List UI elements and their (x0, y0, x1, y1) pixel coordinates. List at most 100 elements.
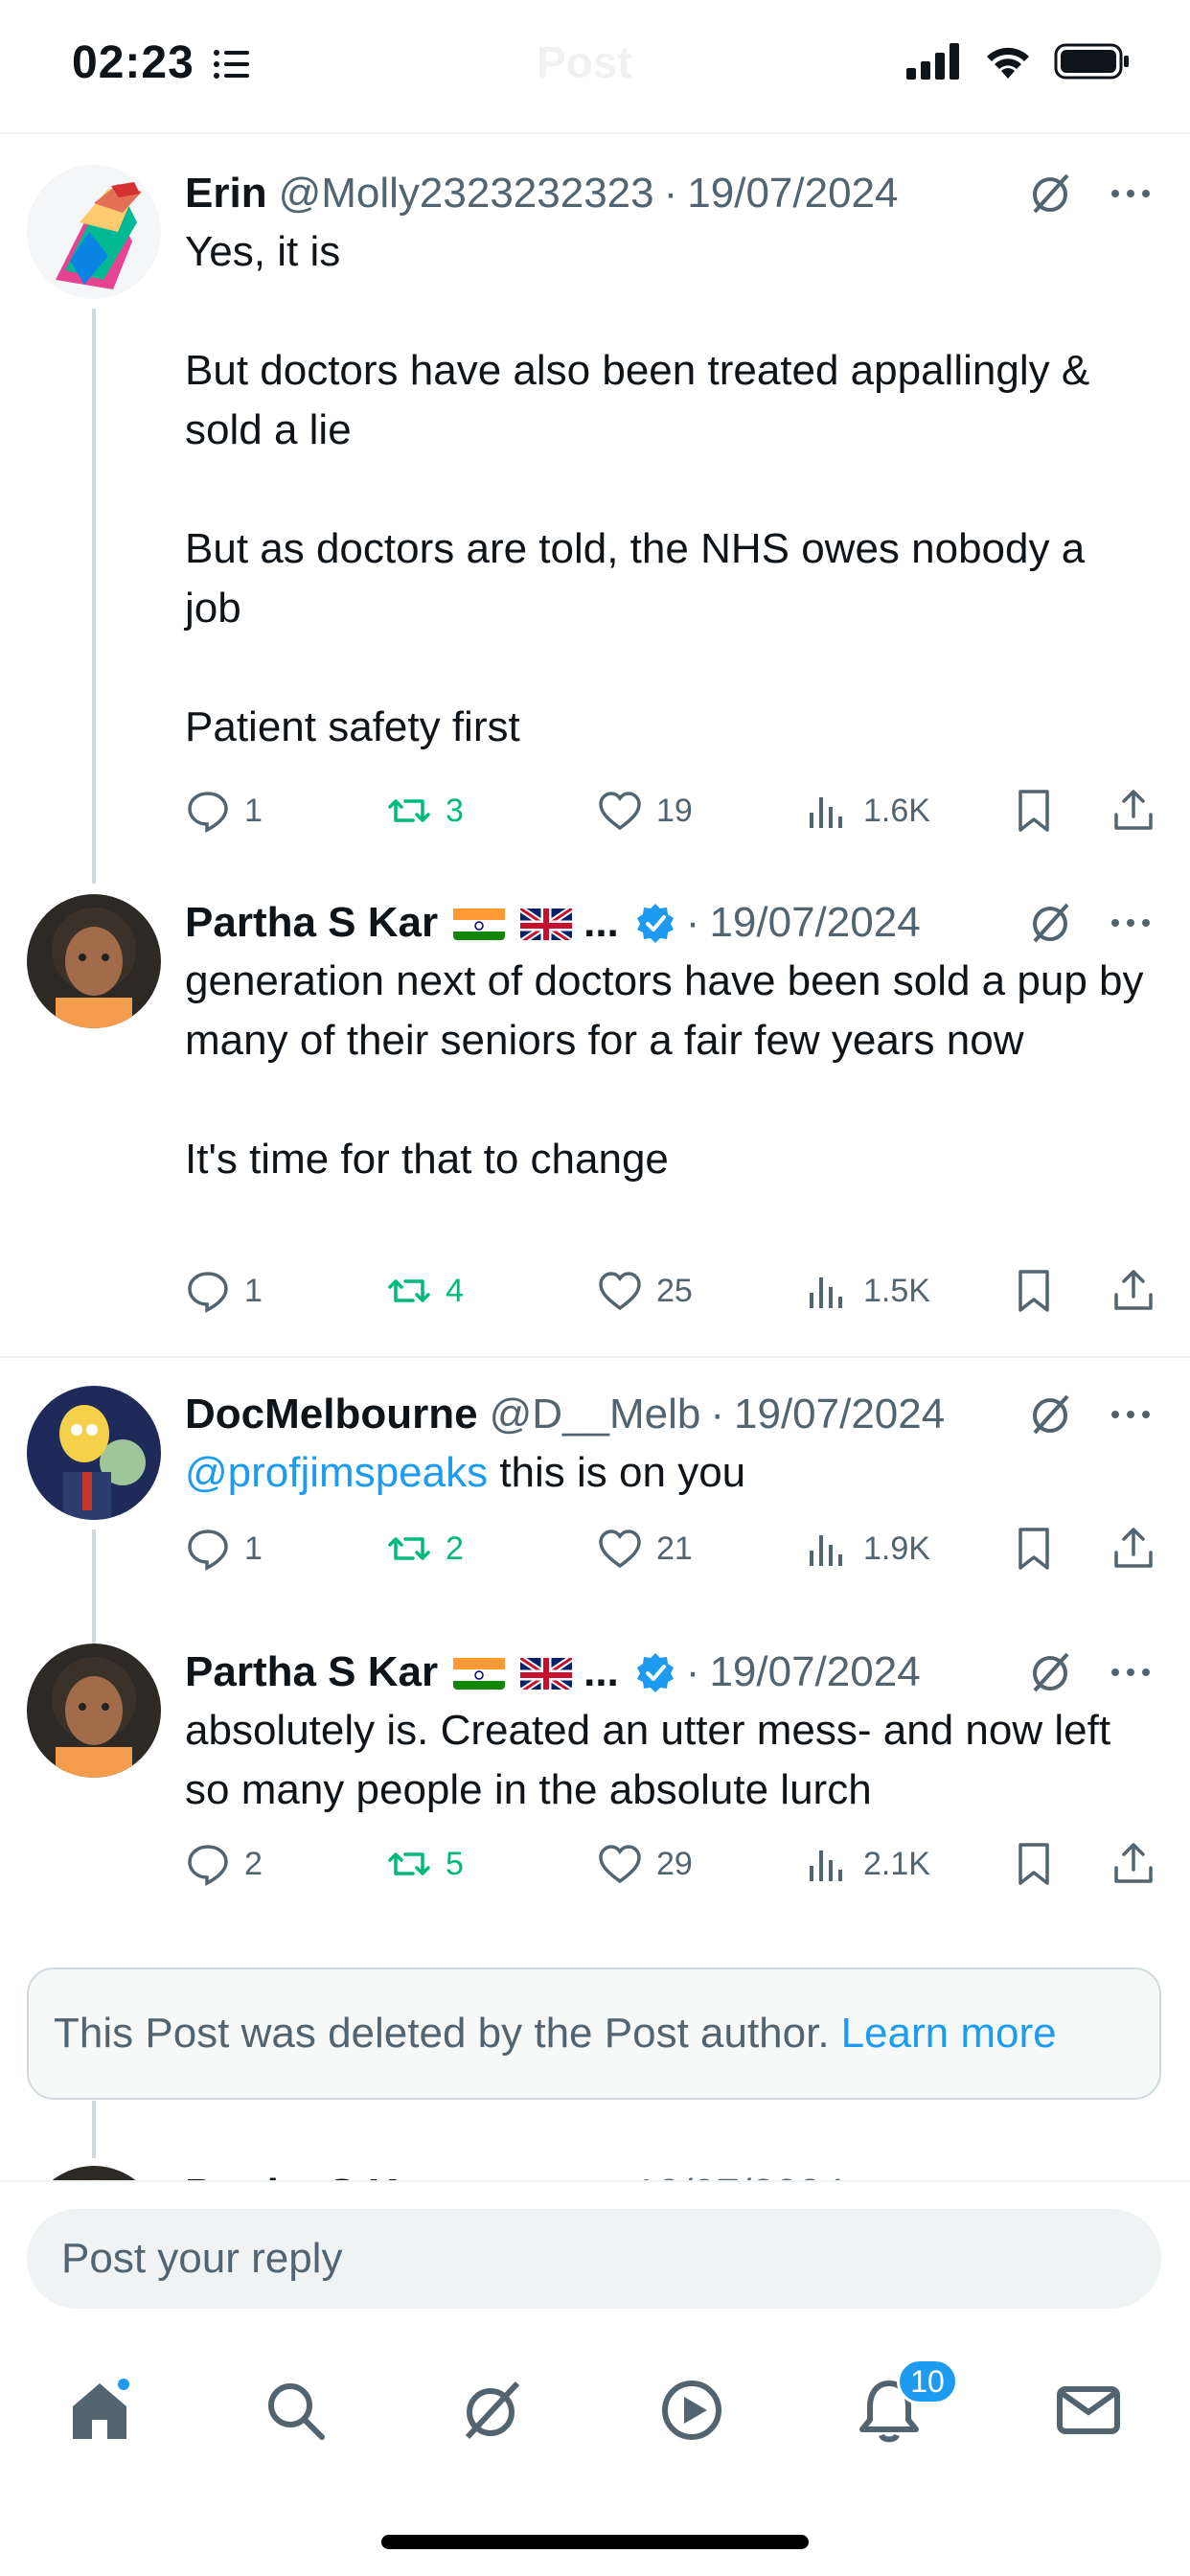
like-count: 29 (656, 1845, 693, 1882)
views-count: 1.9K (863, 1530, 930, 1567)
like-button[interactable]: 21 (597, 1520, 693, 1577)
repost-icon (388, 799, 430, 822)
bookmark-icon (1018, 1528, 1049, 1570)
reply-count: 1 (244, 1530, 263, 1567)
avatar[interactable] (27, 2166, 161, 2180)
views-button[interactable]: 1.5K (804, 1262, 930, 1320)
more-options-icon[interactable] (1110, 172, 1152, 215)
timestamp[interactable]: 19/07/2024 (634, 2171, 845, 2180)
views-count: 2.1K (863, 1845, 930, 1882)
timestamp[interactable]: 19/07/2024 (734, 1391, 945, 1438)
reply-count: 2 (244, 1845, 263, 1882)
reply-bar: Post your reply (0, 2180, 1190, 2334)
reply-button[interactable]: 1 (185, 1262, 263, 1320)
nav-home[interactable] (61, 2372, 138, 2449)
learn-more-link[interactable]: Learn more (841, 2010, 1057, 2058)
thread-line (92, 1530, 96, 1644)
handle[interactable]: @D__Melb (490, 1391, 701, 1438)
avatar[interactable] (27, 894, 161, 1028)
name-truncation: ... (584, 1648, 619, 1695)
reply-input[interactable]: Post your reply (27, 2209, 1161, 2309)
nav-search[interactable] (257, 2372, 333, 2449)
repost-button[interactable]: 4 (386, 1262, 464, 1320)
grok-icon[interactable] (1027, 899, 1075, 947)
display-name[interactable]: Erin (185, 170, 267, 218)
reply-button[interactable]: 1 (185, 1520, 263, 1577)
views-icon (810, 1851, 842, 1881)
bookmark-button[interactable] (1011, 1262, 1057, 1320)
timestamp[interactable]: 19/07/2024 (709, 1648, 920, 1696)
like-button[interactable]: 25 (597, 1262, 693, 1320)
share-button[interactable] (1110, 1520, 1156, 1577)
display-name[interactable]: Partha S Kar (185, 1648, 438, 1696)
uk-flag-icon (520, 1655, 573, 1690)
views-button[interactable]: 1.9K (804, 1520, 930, 1577)
home-indicator[interactable] (381, 2535, 809, 2549)
grok-icon[interactable] (1027, 1648, 1075, 1696)
tweet-text: generation next of doctors have been sol… (185, 957, 1144, 1183)
timestamp[interactable]: 19/07/2024 (687, 170, 898, 218)
bookmark-button[interactable] (1011, 782, 1057, 840)
tweet-text: absolutely is. Created an utter mess- an… (185, 1707, 1123, 1813)
share-icon (1114, 1528, 1153, 1568)
repost-icon (388, 1279, 430, 1302)
thread-line (92, 309, 96, 884)
reply-icon (188, 1530, 228, 1571)
divider (0, 1356, 1190, 1358)
more-options-icon[interactable] (1110, 1393, 1152, 1436)
views-button[interactable]: 1.6K (804, 782, 930, 840)
tweet-actions: 2 5 29 2.1K (185, 1835, 1153, 1893)
like-count: 25 (656, 1272, 693, 1309)
avatar[interactable] (27, 165, 161, 299)
messages-icon (1057, 2386, 1120, 2434)
repost-button[interactable]: 2 (386, 1520, 464, 1577)
display-name[interactable]: Partha S Kar (185, 2171, 438, 2180)
like-button[interactable]: 29 (597, 1835, 693, 1893)
heart-icon (599, 792, 641, 831)
mention-link[interactable]: @profjimspeaks (185, 1449, 488, 1496)
tweet-actions: 1 2 21 1.9K (185, 1520, 1153, 1577)
notification-count-badge: 10 (897, 2358, 958, 2404)
nav-notifications[interactable]: 10 (851, 2358, 958, 2449)
like-button[interactable]: 19 (597, 782, 693, 840)
nav-grok[interactable] (454, 2372, 531, 2449)
bookmark-button[interactable] (1011, 1835, 1057, 1893)
reply-button[interactable]: 1 (185, 782, 263, 840)
grok-icon[interactable] (1027, 170, 1075, 218)
thread-line (92, 2101, 96, 2158)
views-count: 1.6K (863, 792, 930, 829)
heart-icon (599, 1272, 641, 1311)
share-button[interactable] (1110, 1262, 1156, 1320)
repost-button[interactable]: 3 (386, 782, 464, 840)
conversation-feed[interactable]: Erin @Molly2323232323 · 19/07/2024 Yes, … (0, 134, 1190, 2180)
bookmark-icon (1018, 1270, 1049, 1312)
separator: · (710, 1391, 724, 1438)
cellular-signal-icon (906, 43, 959, 80)
avatar[interactable] (27, 1386, 161, 1520)
battery-icon (1054, 43, 1129, 80)
reply-button[interactable]: 2 (185, 1835, 263, 1893)
nav-video[interactable] (653, 2372, 730, 2449)
timestamp[interactable]: 19/07/2024 (709, 899, 920, 947)
like-count: 21 (656, 1530, 693, 1567)
nav-messages[interactable] (1050, 2372, 1127, 2449)
avatar[interactable] (27, 1644, 161, 1778)
heart-icon (599, 1530, 641, 1569)
deleted-notice-text: This Post was deleted by the Post author… (54, 2010, 830, 2057)
bookmark-button[interactable] (1011, 1520, 1057, 1577)
tweet-text-body: this is on you (488, 1449, 746, 1496)
share-button[interactable] (1110, 1835, 1156, 1893)
share-icon (1114, 1843, 1153, 1883)
repost-button[interactable]: 5 (386, 1835, 464, 1893)
views-icon (810, 797, 842, 828)
repost-count: 4 (446, 1272, 464, 1309)
views-button[interactable]: 2.1K (804, 1835, 930, 1893)
grok-icon[interactable] (1027, 1391, 1075, 1438)
share-button[interactable] (1110, 782, 1156, 840)
more-options-icon[interactable] (1110, 1651, 1152, 1693)
display-name[interactable]: DocMelbourne (185, 1391, 478, 1438)
more-options-icon[interactable] (1110, 902, 1152, 944)
handle[interactable]: @Molly2323232323 (279, 170, 654, 218)
display-name[interactable]: Partha S Kar (185, 899, 438, 947)
repost-count: 2 (446, 1530, 464, 1567)
